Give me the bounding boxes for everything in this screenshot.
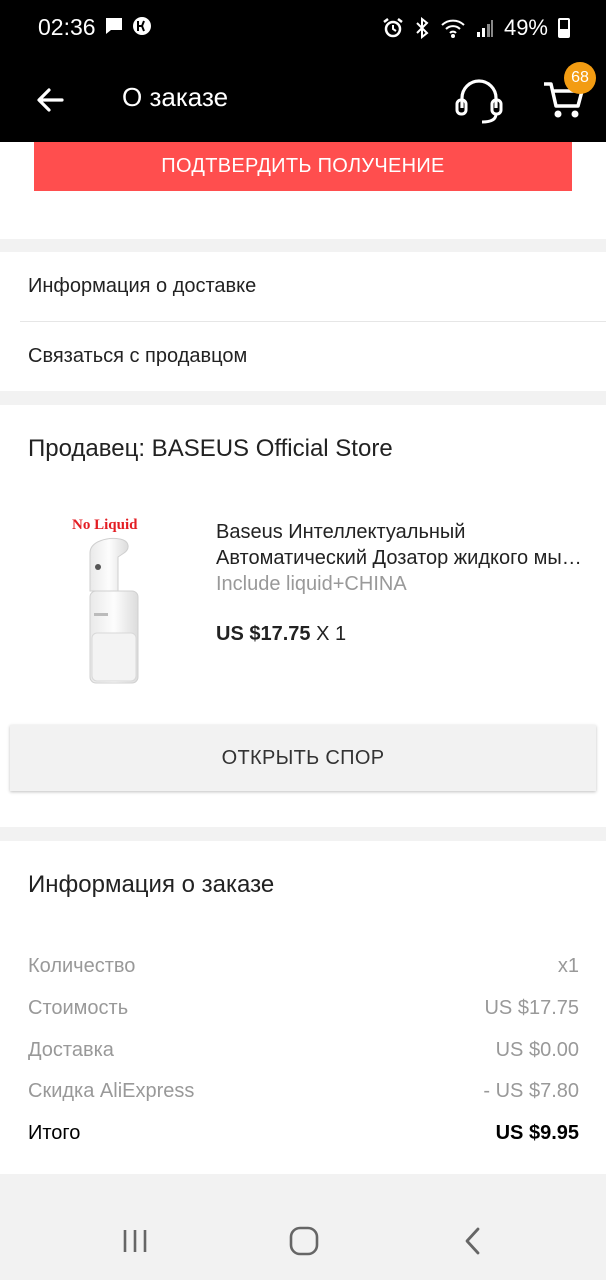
- row-label: Доставка: [28, 1039, 114, 1061]
- cart-badge: 68: [564, 62, 596, 94]
- product-price-line: US $17.75 X 1: [216, 623, 346, 646]
- row-label: Количество: [28, 955, 136, 977]
- product-price: US $17.75: [216, 623, 311, 645]
- seller-name[interactable]: Продавец: BASEUS Official Store: [28, 435, 393, 463]
- back-button[interactable]: [28, 78, 72, 122]
- support-button[interactable]: [452, 74, 506, 128]
- product-quantity: X 1: [316, 623, 347, 645]
- contact-seller-link[interactable]: Связаться с продавцом: [0, 322, 606, 391]
- battery-percent: 49%: [503, 15, 548, 40]
- signal-icon: [476, 20, 493, 37]
- message-icon: [106, 18, 122, 34]
- quantity-row: Количество x1: [28, 955, 579, 978]
- row-label: Скидка AliExpress: [28, 1080, 195, 1102]
- battery-icon: [558, 18, 570, 38]
- order-info-section: Информация о заказе Количество x1 Стоимо…: [0, 841, 606, 1174]
- cart-button[interactable]: 68: [540, 62, 596, 128]
- open-dispute-button[interactable]: ОТКРЫТЬ СПОР: [10, 725, 596, 791]
- row-value: US $9.95: [495, 1122, 579, 1144]
- alarm-icon: [383, 18, 403, 38]
- recent-apps-icon: [123, 1230, 147, 1252]
- soap-dispenser-image: [89, 538, 139, 684]
- delivery-info-link[interactable]: Информация о доставке: [0, 252, 606, 321]
- app-notification-icon: [133, 17, 151, 35]
- cost-row: Стоимость US $17.75: [28, 997, 579, 1020]
- arrow-left-icon: [37, 88, 64, 112]
- back-nav-icon: [465, 1227, 480, 1255]
- confirm-section: ПОДТВЕРДИТЬ ПОЛУЧЕНИЕ: [0, 142, 606, 239]
- row-label: Итого: [28, 1122, 81, 1144]
- shipping-row: Доставка US $0.00: [28, 1039, 579, 1062]
- status-time: 02:36: [38, 14, 96, 40]
- wifi-icon: [441, 19, 465, 38]
- home-icon: [289, 1226, 319, 1256]
- row-value: x1: [557, 955, 579, 977]
- row-value: US $17.75: [484, 997, 579, 1019]
- row-label: Стоимость: [28, 997, 129, 1019]
- back-nav-button[interactable]: [452, 1219, 496, 1263]
- app-bar: О заказе 68: [0, 58, 606, 142]
- product-section: Продавец: BASEUS Official Store No Liqui…: [0, 405, 606, 827]
- total-row: Итого US $9.95: [28, 1122, 579, 1145]
- row-value: - US $7.80: [483, 1080, 579, 1102]
- confirm-receipt-button[interactable]: ПОДТВЕРДИТЬ ПОЛУЧЕНИЕ: [34, 142, 572, 191]
- discount-row: Скидка AliExpress - US $7.80: [28, 1080, 579, 1103]
- row-value: US $0.00: [495, 1039, 579, 1061]
- home-button[interactable]: [282, 1219, 326, 1263]
- product-image[interactable]: No Liquid: [60, 513, 196, 689]
- order-links: Информация о доставке Связаться с продав…: [0, 252, 606, 391]
- page-title: О заказе: [122, 82, 229, 112]
- order-info-title: Информация о заказе: [28, 871, 275, 898]
- product-title[interactable]: Baseus Интеллектуальный Автоматический Д…: [216, 519, 582, 571]
- bluetooth-icon: [416, 17, 429, 39]
- headset-icon: [455, 79, 503, 124]
- system-nav-bar: [0, 1199, 606, 1280]
- product-variant: Include liquid+CHINA: [216, 573, 407, 595]
- recent-apps-button[interactable]: [113, 1219, 157, 1263]
- status-bar: 02:36 49%: [0, 0, 606, 58]
